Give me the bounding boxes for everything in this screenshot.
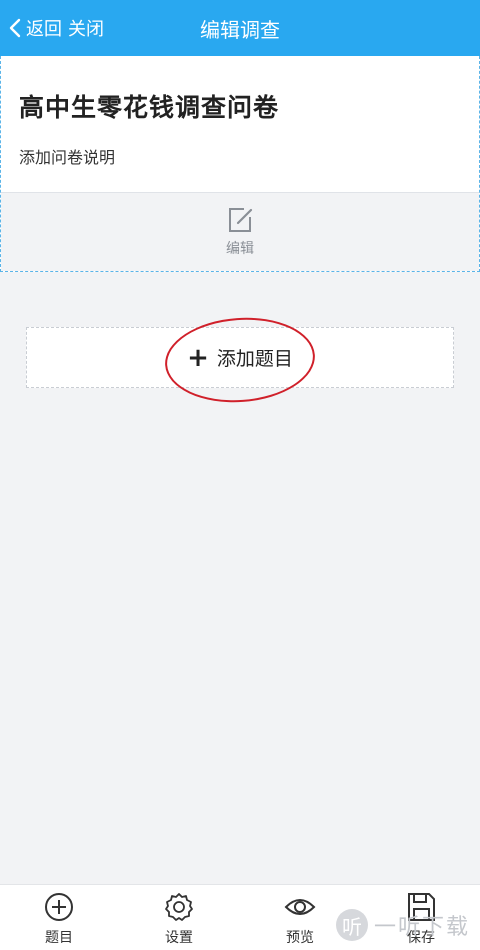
edit-label: 编辑 [226,241,254,257]
top-bar: 返回 关闭 编辑调查 [0,0,480,56]
tab-settings[interactable]: 设置 [134,885,224,950]
tab-save-label: 保存 [407,930,435,946]
eye-icon [284,899,316,915]
gear-icon [165,893,193,921]
tab-save[interactable]: 保存 [376,885,466,950]
tab-settings-label: 设置 [165,930,193,946]
circle-plus-icon [45,893,73,921]
survey-header-card: 高中生零花钱调查问卷 添加问卷说明 编辑 [0,56,480,272]
chevron-left-icon [9,18,21,38]
tab-questions[interactable]: 题目 [14,885,104,950]
survey-description[interactable]: 添加问卷说明 [19,144,115,168]
edit-header-button[interactable]: 编辑 [1,192,479,271]
tab-questions-label: 题目 [45,930,73,946]
close-button[interactable]: 关闭 [68,0,104,56]
back-label: 返回 [26,19,62,40]
edit-icon [229,208,253,232]
floppy-disk-icon [408,893,435,921]
bottom-nav: 题目 设置 预览 保存 [0,884,480,950]
back-button[interactable]: 返回 [6,0,62,56]
tab-preview[interactable]: 预览 [255,885,345,950]
tab-preview-label: 预览 [286,930,314,946]
survey-title[interactable]: 高中生零花钱调查问卷 [19,88,279,124]
